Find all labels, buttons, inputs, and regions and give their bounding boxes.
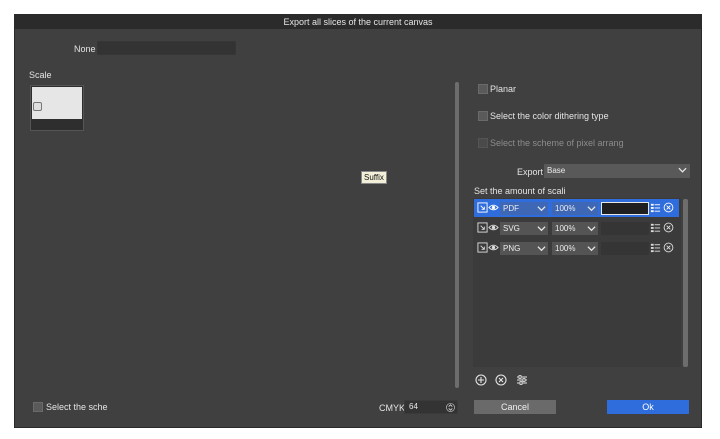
spinner-arrows-icon[interactable] bbox=[446, 402, 455, 413]
scale-select[interactable]: 100% bbox=[552, 202, 598, 215]
chevron-down-icon bbox=[587, 226, 596, 232]
sliders-icon[interactable] bbox=[516, 374, 528, 386]
dithering-label: Select the color dithering type bbox=[490, 111, 609, 121]
scale-list-label: Set the amount of scali bbox=[474, 186, 566, 196]
chevron-down-icon bbox=[537, 226, 546, 232]
list-settings-icon[interactable] bbox=[650, 202, 661, 213]
remove-circle-icon[interactable] bbox=[663, 222, 674, 233]
scale-select[interactable]: 100% bbox=[552, 242, 598, 255]
scale-list: PDF 100% SVG 100% PNG 100% bbox=[473, 198, 681, 367]
scale-value: 100% bbox=[555, 204, 576, 213]
chevron-down-icon bbox=[587, 206, 596, 212]
ok-button[interactable]: Ok bbox=[607, 400, 689, 414]
remove-circle-icon[interactable] bbox=[495, 374, 507, 386]
chevron-down-icon bbox=[537, 246, 546, 252]
list-settings-icon[interactable] bbox=[650, 222, 661, 233]
export-slices-dialog: Export all slices of the current canvas … bbox=[14, 14, 702, 428]
scale-select[interactable]: 100% bbox=[552, 222, 598, 235]
preview-checkbox[interactable] bbox=[33, 102, 42, 111]
cancel-button[interactable]: Cancel bbox=[474, 400, 556, 414]
dialog-title: Export all slices of the current canvas bbox=[15, 15, 701, 29]
remove-circle-icon[interactable] bbox=[663, 202, 674, 213]
cmyk-label: CMYK bbox=[379, 403, 406, 413]
scale-label: Scale bbox=[29, 70, 52, 80]
add-circle-icon[interactable] bbox=[475, 374, 487, 386]
export-select[interactable]: Base bbox=[544, 164, 690, 178]
eye-icon[interactable] bbox=[488, 202, 499, 213]
list-item[interactable]: SVG 100% bbox=[474, 219, 679, 237]
suffix-input[interactable] bbox=[601, 222, 649, 235]
eye-icon[interactable] bbox=[488, 242, 499, 253]
list-settings-icon[interactable] bbox=[650, 242, 661, 253]
suffix-tooltip: Suffix bbox=[361, 171, 387, 184]
slice-export-icon[interactable] bbox=[477, 242, 488, 253]
scale-value: 100% bbox=[555, 224, 576, 233]
cmyk-value: 64 bbox=[409, 402, 418, 411]
format-value: PNG bbox=[503, 244, 521, 253]
pixel-scheme-checkbox[interactable] bbox=[478, 138, 488, 148]
cmyk-spinbox[interactable]: 64 bbox=[404, 400, 458, 414]
chevron-down-icon bbox=[678, 167, 687, 173]
format-select[interactable]: PNG bbox=[500, 242, 548, 255]
remove-circle-icon[interactable] bbox=[663, 242, 674, 253]
planar-label: Planar bbox=[490, 84, 517, 94]
suffix-input[interactable] bbox=[601, 202, 649, 215]
format-value: PDF bbox=[503, 204, 519, 213]
format-select[interactable]: SVG bbox=[500, 222, 548, 235]
format-select[interactable]: PDF bbox=[500, 202, 548, 215]
slice-export-icon[interactable] bbox=[477, 202, 488, 213]
bottom-scheme-checkbox[interactable] bbox=[33, 402, 43, 412]
planar-checkbox[interactable] bbox=[478, 84, 488, 94]
export-label: Export bbox=[517, 167, 544, 177]
eye-icon[interactable] bbox=[488, 222, 499, 233]
chevron-down-icon bbox=[537, 206, 546, 212]
suffix-input[interactable] bbox=[601, 242, 649, 255]
slice-preview[interactable] bbox=[30, 85, 84, 131]
dithering-checkbox[interactable] bbox=[478, 111, 488, 121]
scale-list-scrollbar[interactable] bbox=[683, 199, 688, 367]
export-select-value: Base bbox=[547, 166, 566, 175]
none-label: None bbox=[74, 44, 96, 54]
chevron-down-icon bbox=[587, 246, 596, 252]
none-field[interactable] bbox=[97, 41, 236, 55]
pixel-scheme-label: Select the scheme of pixel arrang bbox=[490, 138, 624, 148]
bottom-scheme-label: Select the sche bbox=[46, 402, 108, 412]
panel-splitter[interactable] bbox=[455, 82, 459, 388]
list-item[interactable]: PDF 100% bbox=[474, 199, 679, 217]
format-value: SVG bbox=[503, 224, 520, 233]
scale-value: 100% bbox=[555, 244, 576, 253]
slice-export-icon[interactable] bbox=[477, 222, 488, 233]
list-item[interactable]: PNG 100% bbox=[474, 239, 679, 257]
